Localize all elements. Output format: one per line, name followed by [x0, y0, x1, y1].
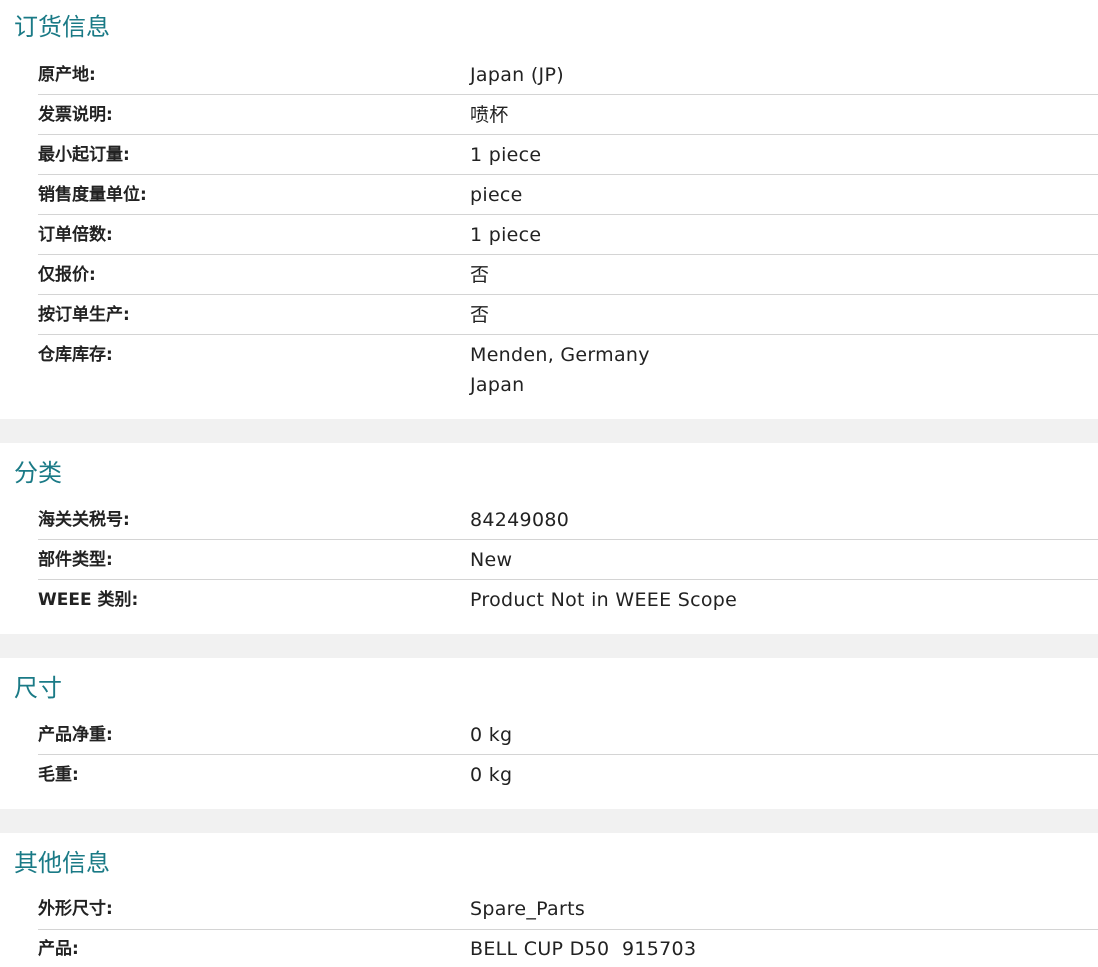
section-title-classification: 分类	[14, 459, 62, 487]
section-title-dimensions: 尺寸	[14, 674, 62, 702]
info-row-customs-tariff: 海关关税号: 84249080	[38, 500, 1098, 540]
warehouse-location: Menden, Germany	[470, 344, 650, 366]
section-ordering-info: 订货信息 原产地: Japan (JP) 发票说明: 喷杯 最小起订量: 1 p…	[0, 0, 1098, 419]
row-label: 产品净重:	[38, 725, 113, 745]
info-row-weee-category: WEEE 类别: Product Not in WEEE Scope	[38, 580, 1098, 620]
info-row-net-weight: 产品净重: 0 kg	[38, 715, 1098, 755]
info-row-warehouse-stock: 仓库库存: Menden, Germany Japan	[38, 335, 1098, 405]
section-separator	[0, 419, 1098, 443]
row-label: 海关关税号:	[38, 510, 130, 530]
info-row-form-factor: 外形尺寸: Spare_Parts	[38, 889, 1098, 930]
info-row-order-multiple: 订单倍数: 1 piece	[38, 215, 1098, 255]
info-row-gross-weight: 毛重: 0 kg	[38, 755, 1098, 795]
section-other-info: 其他信息 外形尺寸: Spare_Parts 产品: BELL CUP D50 …	[0, 833, 1098, 967]
row-value: 否	[470, 264, 490, 286]
row-label: 销售度量单位:	[38, 185, 147, 205]
row-label: 产品:	[38, 939, 79, 959]
info-row-invoice-description: 发票说明: 喷杯	[38, 95, 1098, 135]
info-row-product: 产品: BELL CUP D50 915703	[38, 929, 1098, 967]
row-value-list: Menden, Germany Japan	[470, 335, 650, 400]
row-value: 否	[470, 304, 490, 326]
section-separator	[0, 809, 1098, 833]
row-value: 0 kg	[470, 724, 513, 746]
row-label: 毛重:	[38, 765, 79, 785]
row-value: piece	[470, 184, 523, 206]
row-label: 最小起订量:	[38, 145, 130, 165]
info-row-make-to-order: 按订单生产: 否	[38, 295, 1098, 335]
row-label: WEEE 类别:	[38, 590, 139, 610]
row-label: 原产地:	[38, 65, 96, 85]
section-classification: 分类 海关关税号: 84249080 部件类型: New WEEE 类别: Pr…	[0, 443, 1098, 634]
section-dimensions: 尺寸 产品净重: 0 kg 毛重: 0 kg	[0, 658, 1098, 809]
row-label: 外形尺寸:	[38, 899, 113, 919]
section-title-ordering-info: 订货信息	[14, 13, 110, 41]
row-label: 部件类型:	[38, 550, 113, 570]
row-label: 仓库库存:	[38, 345, 113, 365]
row-value: Product Not in WEEE Scope	[470, 589, 738, 611]
info-row-origin: 原产地: Japan (JP)	[38, 55, 1098, 95]
row-value: New	[470, 549, 513, 571]
row-value: Spare_Parts	[470, 898, 586, 920]
row-value: 0 kg	[470, 764, 513, 786]
row-label: 仅报价:	[38, 265, 96, 285]
section-separator	[0, 634, 1098, 658]
row-value: 1 piece	[470, 224, 542, 246]
row-value: Japan (JP)	[470, 64, 564, 86]
row-label: 发票说明:	[38, 105, 113, 125]
info-row-sales-unit: 销售度量单位: piece	[38, 175, 1098, 215]
info-row-quote-only: 仅报价: 否	[38, 255, 1098, 295]
section-title-other-info: 其他信息	[14, 849, 110, 877]
row-value: 1 piece	[470, 144, 542, 166]
row-value: BELL CUP D50 915703	[470, 938, 697, 960]
row-value: 喷杯	[470, 104, 509, 126]
row-label: 按订单生产:	[38, 305, 130, 325]
info-row-part-type: 部件类型: New	[38, 540, 1098, 580]
row-value: 84249080	[470, 509, 570, 531]
info-row-minimum-order: 最小起订量: 1 piece	[38, 135, 1098, 175]
warehouse-location: Japan	[470, 374, 525, 396]
row-label: 订单倍数:	[38, 225, 113, 245]
